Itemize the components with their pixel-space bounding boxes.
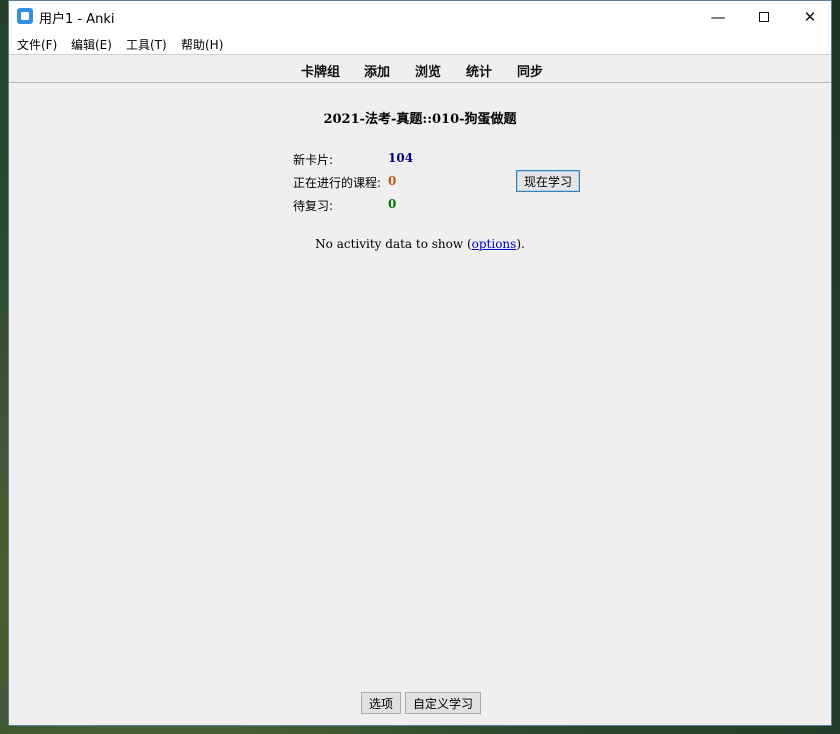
main-toolbar: 卡牌组 添加 浏览 统计 同步 (9, 54, 831, 83)
deck-title: 2021-法考-真题::010-狗蛋做题 (323, 112, 517, 127)
menu-help[interactable]: 帮助(H) (181, 36, 223, 53)
minimize-icon: — (710, 7, 726, 26)
learning-count: 0 (388, 174, 397, 188)
activity-message: No activity data to show (options). (9, 237, 831, 251)
menu-edit[interactable]: 编辑(E) (71, 36, 112, 53)
study-now-button[interactable]: 现在学习 (516, 170, 580, 192)
title-bar: 用户1 - Anki — ✕ (9, 1, 831, 32)
toolbar-add[interactable]: 添加 (364, 61, 390, 80)
menu-bar: 文件(F) 编辑(E) 工具(T) 帮助(H) (9, 32, 831, 54)
activity-suffix: ). (516, 237, 525, 251)
new-cards-count: 104 (388, 151, 414, 165)
toolbar-decks[interactable]: 卡牌组 (301, 61, 340, 80)
toolbar-browse[interactable]: 浏览 (415, 61, 441, 80)
maximize-button[interactable] (741, 1, 787, 32)
new-cards-label: 新卡片: (293, 153, 334, 167)
custom-study-button[interactable]: 自定义学习 (405, 692, 481, 714)
close-icon: ✕ (803, 7, 817, 26)
toolbar-sync[interactable]: 同步 (517, 61, 543, 80)
maximize-icon (759, 11, 769, 22)
anki-app-icon (17, 8, 33, 24)
anki-window: 用户1 - Anki — ✕ 文件(F) 编辑(E) 工具(T) 帮助(H) 卡… (8, 0, 832, 726)
review-count: 0 (388, 197, 397, 211)
toolbar-stats[interactable]: 统计 (466, 61, 492, 80)
learning-label: 正在进行的课程: (293, 176, 382, 190)
review-label: 待复习: (293, 199, 334, 213)
menu-file[interactable]: 文件(F) (17, 36, 57, 53)
options-button[interactable]: 选项 (361, 692, 401, 714)
minimize-button[interactable]: — (695, 1, 741, 32)
activity-prefix: No activity data to show ( (315, 237, 472, 251)
menu-tools[interactable]: 工具(T) (126, 36, 167, 53)
close-button[interactable]: ✕ (787, 1, 833, 32)
window-title: 用户1 - Anki (39, 12, 115, 27)
activity-options-link[interactable]: options (472, 237, 517, 251)
